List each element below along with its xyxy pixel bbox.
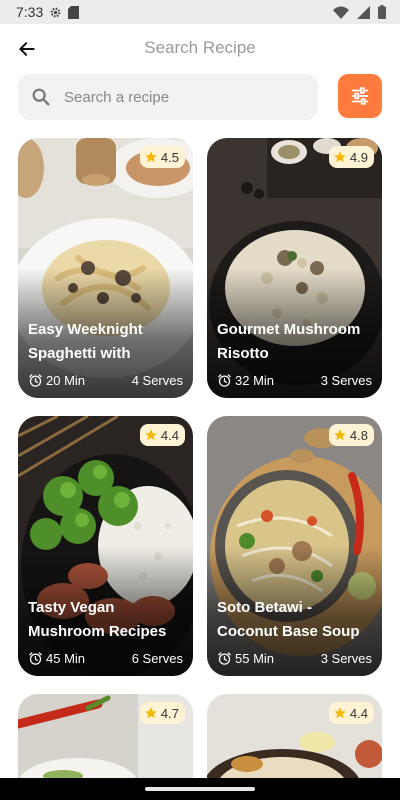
battery-icon (378, 5, 386, 19)
home-gesture-handle[interactable] (145, 787, 255, 791)
rating-badge: 4.7 (139, 702, 185, 724)
status-right (333, 5, 386, 19)
rating-badge: 4.8 (328, 424, 374, 446)
cook-time-text: 20 Min (46, 373, 86, 388)
recipe-card[interactable]: 4.5 Easy Weeknight Spaghetti with 20 Min… (18, 138, 193, 398)
cook-time: 55 Min (217, 651, 274, 666)
app-header: Search Recipe (0, 24, 400, 74)
cook-time-text: 32 Min (235, 373, 275, 388)
serves-text: 3 Serves (320, 651, 372, 666)
status-time: 7:33 (16, 4, 44, 20)
rating-value: 4.7 (160, 705, 179, 721)
serves-text: 6 Serves (131, 651, 183, 666)
star-icon (145, 151, 157, 163)
star-icon (145, 429, 157, 441)
filter-sliders-icon (351, 87, 369, 105)
rating-badge: 4.4 (328, 702, 374, 724)
rating-badge: 4.9 (328, 146, 374, 168)
recipe-meta: 20 Min 4 Serves (28, 373, 183, 388)
alarm-clock-icon (29, 652, 42, 665)
recipe-title: Soto Betawi - Coconut Base Soup (217, 599, 360, 640)
system-navigation-bar (0, 778, 400, 800)
search-icon (32, 88, 50, 106)
page-title: Search Recipe (144, 38, 256, 57)
alarm-clock-icon (218, 374, 231, 387)
alarm-clock-icon (218, 652, 231, 665)
cook-time: 32 Min (217, 373, 274, 388)
star-icon (145, 707, 157, 719)
recipe-meta: 55 Min 3 Serves (217, 651, 372, 666)
recipe-card[interactable]: 4.7 (18, 694, 193, 778)
status-bar: 7:33 (0, 0, 400, 24)
cook-time: 45 Min (28, 651, 85, 666)
serves-text: 4 Serves (131, 373, 183, 388)
search-input[interactable] (64, 88, 294, 106)
search-box[interactable] (18, 74, 318, 120)
alarm-clock-icon (29, 374, 42, 387)
cellular-signal-icon (357, 5, 370, 19)
recipe-meta: 45 Min 6 Serves (28, 651, 183, 666)
filter-button[interactable] (338, 74, 382, 118)
cook-time-text: 55 Min (235, 651, 275, 666)
status-left: 7:33 (16, 4, 80, 20)
star-icon (334, 429, 346, 441)
rating-badge: 4.4 (139, 424, 185, 446)
rating-badge: 4.5 (139, 146, 185, 168)
settings-gear-icon (50, 7, 61, 17)
search-row (18, 74, 382, 120)
rating-value: 4.8 (349, 427, 368, 443)
recipe-card[interactable]: 4.4 (207, 694, 382, 778)
recipe-title: Tasty Vegan Mushroom Recipes (28, 599, 167, 640)
serves-text: 3 Serves (320, 373, 372, 388)
star-icon (334, 707, 346, 719)
recipe-card[interactable]: 4.4 Tasty Vegan Mushroom Recipes 45 Min … (18, 416, 193, 676)
rating-value: 4.4 (349, 705, 368, 721)
rating-value: 4.5 (160, 149, 179, 165)
recipe-title: Easy Weeknight Spaghetti with (28, 321, 143, 362)
rating-value: 4.9 (349, 149, 368, 165)
cook-time: 20 Min (28, 373, 85, 388)
recipe-title: Gourmet Mushroom Risotto (217, 321, 361, 362)
sd-card-icon (68, 5, 80, 19)
wifi-icon (333, 6, 349, 19)
rating-value: 4.4 (160, 427, 179, 443)
recipe-card[interactable]: 4.8 Soto Betawi - Coconut Base Soup 55 M… (207, 416, 382, 676)
recipe-meta: 32 Min 3 Serves (217, 373, 372, 388)
cook-time-text: 45 Min (46, 651, 86, 666)
star-icon (334, 151, 346, 163)
recipe-card[interactable]: 4.9 Gourmet Mushroom Risotto 32 Min 3 Se… (207, 138, 382, 398)
